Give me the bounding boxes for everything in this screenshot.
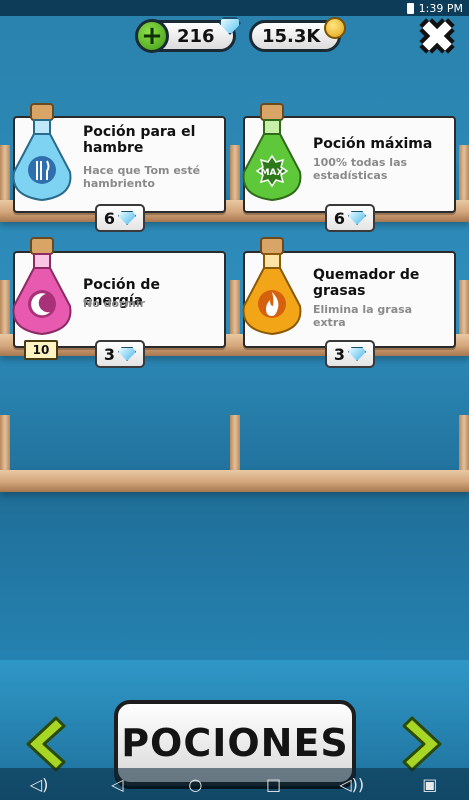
home-icon[interactable]: ○	[180, 775, 210, 794]
coin-icon	[324, 17, 346, 39]
battery-icon	[406, 2, 414, 14]
recents-icon[interactable]: □	[259, 775, 289, 794]
max-badge-icon: MAX	[261, 168, 284, 178]
potion-title: Poción máxima	[313, 136, 433, 152]
chevron-right-icon[interactable]	[400, 714, 446, 774]
price-button-max[interactable]: 6	[325, 204, 375, 232]
gems-amount: 216	[177, 25, 215, 47]
price-amount: 3	[333, 344, 346, 364]
hunger-potion-icon	[12, 103, 72, 202]
coins-counter: 15.3K	[249, 17, 346, 52]
potion-title: Quemador de grasas	[313, 267, 420, 299]
price-amount: 6	[333, 208, 346, 228]
price-button-energy[interactable]: 3	[95, 340, 145, 368]
system-nav-bar: ◁) ◁ ○ □ ◁)) ▣	[0, 768, 469, 800]
gem-icon	[348, 347, 367, 361]
shelf	[0, 470, 469, 492]
price-button-fat-burner[interactable]: 3	[325, 340, 375, 368]
add-gems-button[interactable]: +	[135, 19, 169, 53]
volume-down-icon[interactable]: ◁)	[24, 775, 54, 794]
gem-icon	[118, 347, 137, 361]
back-icon[interactable]: ◁	[102, 775, 132, 794]
potion-description: No dormir	[83, 297, 146, 310]
gem-icon	[118, 211, 137, 225]
screenshot-icon[interactable]: ▣	[415, 775, 445, 794]
price-amount: 6	[103, 208, 116, 228]
section-title: POCIONES	[121, 721, 349, 765]
status-bar: 1:39 PM	[0, 0, 469, 16]
fat-burner-potion-icon	[242, 237, 302, 336]
energy-potion-icon	[12, 237, 72, 336]
max-potion-icon: MAX	[242, 103, 302, 202]
chevron-left-icon[interactable]	[22, 714, 68, 774]
gems-counter: + 216	[135, 17, 241, 53]
coins-amount: 15.3K	[262, 25, 321, 47]
price-button-hunger[interactable]: 6	[95, 204, 145, 232]
owned-count-badge: 10	[24, 340, 58, 360]
potion-description: 100% todas las estadísticas	[313, 156, 408, 182]
potion-description: Elimina la grasa extra	[313, 303, 413, 329]
gem-icon	[348, 211, 367, 225]
volume-up-icon[interactable]: ◁))	[337, 775, 367, 794]
price-amount: 3	[103, 344, 116, 364]
close-button[interactable]: ✖	[414, 16, 460, 60]
potion-title: Poción para el hambre	[83, 124, 196, 156]
top-bar: + 216 15.3K ✖	[0, 16, 469, 60]
gem-icon	[219, 17, 241, 35]
potion-description: Hace que Tom esté hambriento	[83, 164, 201, 190]
